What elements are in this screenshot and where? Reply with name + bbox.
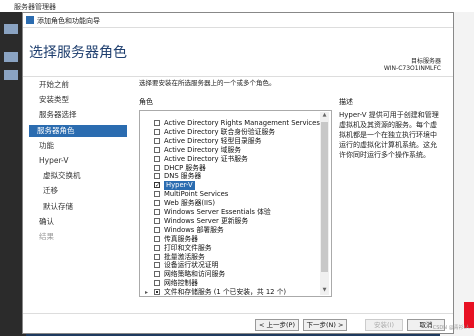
role-label: 文件和存储服务 (1 个已安装，共 12 个): [164, 288, 287, 297]
nav-item[interactable]: 迁移: [43, 185, 58, 197]
wizard-title: 添加角色和功能向导: [37, 17, 100, 25]
nav-item: 结果: [39, 232, 54, 241]
role-label: 网络控制器: [164, 279, 198, 288]
nav-item[interactable]: 开始之前: [39, 79, 69, 91]
role-checkbox[interactable]: [154, 244, 160, 251]
role-checkbox[interactable]: [154, 209, 160, 215]
role-label: Hyper-V: [164, 181, 195, 191]
role-checkbox[interactable]: [154, 200, 160, 207]
role-checkbox[interactable]: [154, 253, 160, 260]
role-checkbox[interactable]: [154, 226, 160, 233]
nav-item[interactable]: 安装类型: [39, 94, 69, 106]
app-title: 服务器管理器: [14, 3, 56, 11]
role-checkbox[interactable]: [154, 120, 160, 126]
server-manager-titlebar: 服务器管理器: [0, 0, 474, 12]
role-checkbox[interactable]: [154, 146, 160, 153]
nav-item[interactable]: 虚拟交换机: [43, 170, 81, 182]
scroll-up-icon[interactable]: ▲: [321, 112, 328, 120]
servers-icon[interactable]: [4, 70, 18, 80]
scroll-down-icon[interactable]: ▼: [321, 287, 328, 295]
roles-scrollbar[interactable]: ▲ ▼: [320, 112, 329, 295]
role-label: 传真服务器: [164, 234, 198, 243]
role-label: Active Directory 轻型目录服务: [164, 136, 262, 145]
role-checkbox[interactable]: [154, 128, 160, 135]
role-checkbox[interactable]: [154, 271, 160, 278]
role-checkbox[interactable]: [154, 217, 160, 224]
role-label: DNS 服务器: [164, 172, 202, 181]
nav-item[interactable]: 确认: [39, 216, 54, 228]
intro-text: 选择要安装在所选服务器上的一个或多个角色。: [139, 79, 276, 87]
expand-icon[interactable]: ▸: [145, 288, 148, 296]
role-label: Windows Server Essentials 体验: [164, 208, 271, 216]
role-checkbox[interactable]: [154, 289, 160, 296]
wizard-icon: [26, 16, 34, 24]
page-title: 选择服务器角色: [29, 45, 127, 61]
role-description: Hyper-V 提供可用于创建和管理虚拟机及其资源的服务。每个虚拟机都是一个在独…: [339, 111, 439, 159]
wizard-footer: < 上一步(P) 下一步(N) > 安装(I) 取消: [23, 313, 453, 334]
role-checkbox[interactable]: [154, 173, 160, 180]
nav-item[interactable]: 功能: [39, 140, 54, 152]
roles-list[interactable]: ▲ ▼ Active Directory Rights Management S…: [139, 110, 332, 297]
role-label: Windows 部署服务: [164, 225, 224, 234]
nav-item[interactable]: 服务器选择: [39, 109, 77, 121]
description-header: 描述: [339, 98, 353, 106]
previous-button[interactable]: < 上一步(P): [255, 319, 299, 331]
role-checkbox[interactable]: [154, 235, 160, 242]
next-button[interactable]: 下一步(N) >: [303, 319, 347, 331]
dashboard-icon[interactable]: [4, 24, 18, 34]
role-checkbox[interactable]: [154, 191, 160, 198]
target-server-label: 目标服务器: [410, 58, 441, 65]
role-checkbox[interactable]: ✓: [154, 182, 160, 189]
role-label: Web 服务器(IIS): [164, 199, 215, 208]
scroll-thumb[interactable]: [321, 122, 328, 272]
role-checkbox[interactable]: [154, 155, 160, 162]
nav-item[interactable]: 服务器角色: [29, 124, 127, 137]
role-checkbox[interactable]: [154, 280, 160, 287]
server-icon[interactable]: [4, 52, 18, 62]
role-checkbox[interactable]: [154, 164, 160, 171]
role-checkbox[interactable]: [154, 262, 160, 269]
role-label: Windows Server 更新服务: [164, 216, 249, 225]
role-checkbox[interactable]: [154, 137, 160, 144]
nav-item[interactable]: 默认存储: [43, 201, 73, 213]
role-label: MultiPoint Services: [164, 190, 229, 199]
nav-item[interactable]: Hyper-V: [39, 155, 68, 167]
target-server-name: WIN-C73O1INMLFC: [383, 65, 441, 72]
role-label: Active Directory 域服务: [164, 145, 242, 154]
role-label: Active Directory 联合身份验证服务: [164, 127, 276, 136]
wizard-header: 选择服务器角色 目标服务器 WIN-C73O1INMLFC: [23, 28, 453, 77]
role-label: 网络策略和访问服务: [164, 270, 226, 279]
add-roles-wizard: 添加角色和功能向导 选择服务器角色 目标服务器 WIN-C73O1INMLFC …: [22, 12, 454, 334]
watermark: CSDN @青衫i人: [432, 325, 470, 331]
role-label: Active Directory Rights Management Servi…: [164, 119, 320, 127]
role-label: 打印和文件服务: [164, 243, 212, 252]
role-label: Active Directory 证书服务: [164, 154, 248, 163]
roles-header: 角色: [139, 98, 153, 106]
wizard-titlebar: 添加角色和功能向导: [23, 13, 453, 28]
install-button[interactable]: 安装(I): [365, 319, 403, 331]
